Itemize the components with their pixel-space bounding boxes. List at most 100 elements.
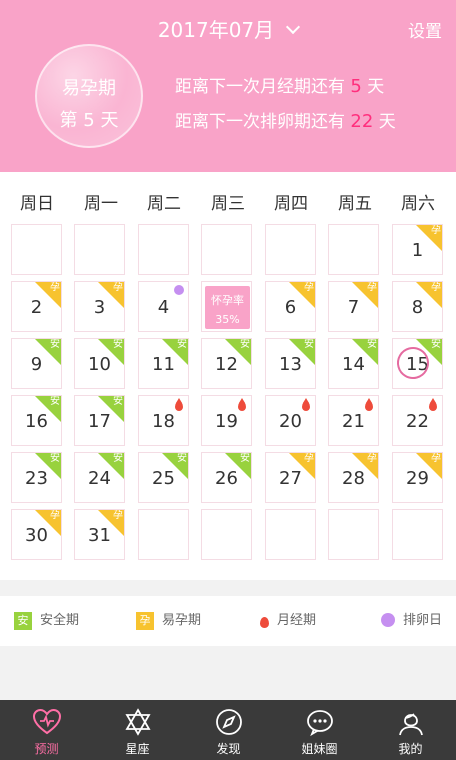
calendar-cell[interactable] <box>201 509 252 560</box>
calendar-cell[interactable]: 怀孕率 35% <box>201 281 252 332</box>
weekday-tue: 周二 <box>147 194 181 214</box>
heart-pulse-icon <box>32 708 61 735</box>
cycle-phase: 易孕期 <box>62 78 116 99</box>
calendar-day-13[interactable]: 安 13 <box>265 338 316 389</box>
calendar-day-2[interactable]: 孕2 <box>11 281 62 332</box>
blood-drop-icon <box>238 398 246 411</box>
calendar-day-14[interactable]: 安 14 <box>328 338 379 389</box>
ovulation-dot-icon <box>381 612 395 627</box>
calendar-cell[interactable] <box>74 224 125 275</box>
corner-tag-label: 安 <box>50 396 60 407</box>
next-period-days: 5 <box>350 76 362 97</box>
nav-profile[interactable]: 我的 <box>365 700 456 760</box>
day-number: 14 <box>342 354 365 375</box>
corner-tag-label: 孕 <box>304 453 314 464</box>
calendar-day-27[interactable]: 孕 27 <box>265 452 316 503</box>
calendar-grid: 周日 周一 周二 周三 周四 周五 周六 孕 1 孕 2 孕 3 4 怀孕率 35% 孕 6 孕 7 孕 8… <box>0 172 456 580</box>
calendar-day-3[interactable]: 孕3 <box>74 281 125 332</box>
pregnancy-rate-label: 怀孕率 <box>211 294 244 307</box>
calendar-day-10[interactable]: 安 10 <box>74 338 125 389</box>
day-number: 17 <box>88 411 111 432</box>
nav-discover[interactable]: 发现 <box>183 700 274 760</box>
calendar-day-29[interactable]: 孕 29 <box>392 452 443 503</box>
calendar-cell[interactable] <box>138 224 189 275</box>
nav-forecast[interactable]: 预测 <box>1 700 92 760</box>
corner-tag-label: 孕 <box>431 282 441 293</box>
calendar-day-9[interactable]: 安9 <box>11 338 62 389</box>
calendar-day-24[interactable]: 安 24 <box>74 452 125 503</box>
day-number: 6 <box>284 297 297 318</box>
legend-safe: 安安全期 <box>14 612 79 630</box>
next-period-suffix: 天 <box>367 77 385 97</box>
nav-zodiac[interactable]: 星座 <box>92 700 183 760</box>
calendar-day-25[interactable]: 安 25 <box>138 452 189 503</box>
bottom-nav: 预测 星座 发现 姐妹圈 我的 <box>0 700 456 760</box>
calendar-day-19[interactable]: 19 <box>201 395 252 446</box>
day-number: 3 <box>93 297 106 318</box>
next-ovulation-days: 22 <box>350 111 374 132</box>
calendar-day-8[interactable]: 孕8 <box>392 281 443 332</box>
calendar-day-26[interactable]: 安 26 <box>201 452 252 503</box>
calendar-day-30[interactable]: 孕 30 <box>11 509 62 560</box>
nav-discover-label: 发现 <box>216 742 241 756</box>
nav-sisters[interactable]: 姐妹圈 <box>274 700 365 760</box>
nav-sisters-label: 姐妹圈 <box>301 742 338 756</box>
calendar-day-7[interactable]: 孕7 <box>328 281 379 332</box>
ovulation-dot-icon <box>174 285 184 295</box>
calendar-day-17[interactable]: 安 17 <box>74 395 125 446</box>
calendar-cell[interactable] <box>392 509 443 560</box>
calendar-day-23[interactable]: 安 23 <box>11 452 62 503</box>
day-number: 12 <box>215 354 238 375</box>
calendar-day-11[interactable]: 安 11 <box>138 338 189 389</box>
chat-bubble-icon <box>306 710 333 737</box>
weekday-wed: 周三 <box>211 194 245 214</box>
legend-fertile: 孕易孕期 <box>136 612 201 630</box>
calendar-cell[interactable] <box>265 224 316 275</box>
corner-tag-label: 安 <box>113 453 123 464</box>
corner-tag-label: 安 <box>113 339 123 350</box>
pregnancy-rate-value: 35% <box>215 313 240 326</box>
corner-tag-label: 安 <box>113 396 123 407</box>
calendar-cell[interactable] <box>328 224 379 275</box>
calendar-day-16[interactable]: 安 16 <box>11 395 62 446</box>
calendar-cell[interactable] <box>328 509 379 560</box>
corner-tag-label: 孕 <box>304 282 314 293</box>
calendar-day-28[interactable]: 孕 28 <box>328 452 379 503</box>
corner-tag-label: 安 <box>431 339 441 350</box>
legend-period-label: 月经期 <box>277 613 317 628</box>
calendar-cell[interactable] <box>138 509 189 560</box>
calendar-day-22[interactable]: 22 <box>392 395 443 446</box>
star-of-david-icon <box>124 708 151 736</box>
corner-tag-label: 安 <box>367 339 377 350</box>
corner-tag-label: 孕 <box>431 453 441 464</box>
corner-tag-label: 孕 <box>367 453 377 464</box>
weekday-sun: 周日 <box>20 194 54 214</box>
calendar-cell[interactable] <box>201 224 252 275</box>
calendar-day-4[interactable]: 4 <box>138 281 189 332</box>
blood-drop-icon <box>365 398 373 411</box>
day-number: 29 <box>406 468 429 489</box>
month-selector[interactable]: 2017年07月 <box>0 14 456 43</box>
day-number: 18 <box>152 411 175 432</box>
day-number: 23 <box>25 468 48 489</box>
weekday-thu: 周四 <box>274 194 308 214</box>
calendar-day-18[interactable]: 18 <box>138 395 189 446</box>
calendar-day-12[interactable]: 安 12 <box>201 338 252 389</box>
legend-fertile-label: 易孕期 <box>162 613 202 628</box>
day-number: 10 <box>88 354 111 375</box>
calendar-cell[interactable] <box>265 509 316 560</box>
settings-button[interactable]: 设置 <box>408 17 442 42</box>
blood-drop-icon <box>302 398 310 411</box>
calendar-day-21[interactable]: 21 <box>328 395 379 446</box>
calendar-cell[interactable] <box>11 224 62 275</box>
app-root: 2017年07月 设置 易孕期 第 5 天 距离下一次月经期还有 5 天 距离下… <box>0 0 456 760</box>
calendar-day-1[interactable]: 孕1 <box>392 224 443 275</box>
calendar-day-20[interactable]: 20 <box>265 395 316 446</box>
user-profile-icon <box>398 713 423 736</box>
day-number: 16 <box>25 411 48 432</box>
calendar-day-31[interactable]: 孕 31 <box>74 509 125 560</box>
legend-period: 月经期 <box>260 612 316 630</box>
corner-tag-label: 孕 <box>113 282 123 293</box>
calendar-day-15[interactable]: 安 15 <box>392 338 443 389</box>
calendar-day-6[interactable]: 孕6 <box>265 281 316 332</box>
